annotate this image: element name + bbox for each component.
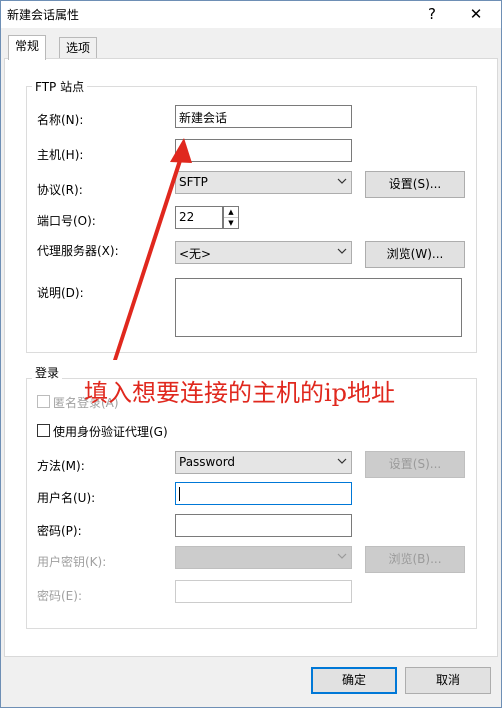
annotation-text: 填入想要连接的主机的ip地址 [84, 379, 396, 407]
tab-general[interactable]: 常规 [8, 35, 47, 60]
annotation-arrow [113, 138, 192, 360]
